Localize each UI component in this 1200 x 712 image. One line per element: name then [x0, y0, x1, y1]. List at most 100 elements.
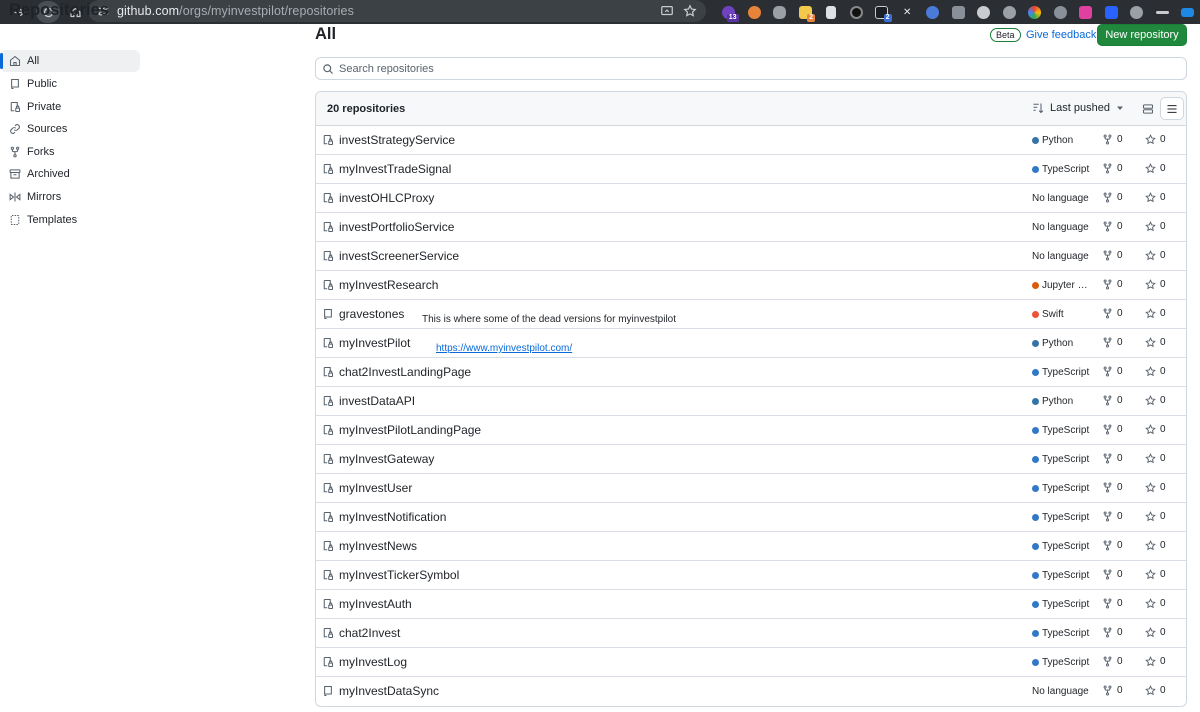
sidebar-item-sources[interactable]: Sources: [0, 118, 140, 140]
language-label: TypeScript: [1042, 425, 1090, 436]
fork-count[interactable]: 0: [1102, 482, 1123, 493]
address-bar[interactable]: github.com/orgs/myinvestpilot/repositori…: [88, 0, 706, 22]
extension-icon[interactable]: [767, 0, 793, 24]
fork-count[interactable]: 0: [1102, 511, 1123, 522]
star-count[interactable]: 0: [1145, 511, 1166, 522]
sidebar-item-all[interactable]: All: [0, 50, 140, 72]
fork-count[interactable]: 0: [1102, 598, 1123, 609]
repo-name-link[interactable]: chat2InvestLandingPage: [339, 365, 471, 379]
sidebar-item-private[interactable]: Private: [0, 96, 140, 118]
star-count[interactable]: 0: [1145, 163, 1166, 174]
extension-icon[interactable]: [997, 0, 1023, 24]
star-count[interactable]: 0: [1145, 569, 1166, 580]
extension-icon[interactable]: [1124, 0, 1150, 24]
fork-count[interactable]: 0: [1102, 656, 1123, 667]
x-icon[interactable]: ✕: [895, 0, 921, 24]
extension-icon[interactable]: [1099, 0, 1125, 24]
fork-count[interactable]: 0: [1102, 279, 1123, 290]
fork-count[interactable]: 0: [1102, 424, 1123, 435]
star-count[interactable]: 0: [1145, 424, 1166, 435]
extension-icon[interactable]: [1150, 0, 1176, 24]
repo-name-link[interactable]: investScreenerService: [339, 249, 459, 263]
fork-count[interactable]: 0: [1102, 366, 1123, 377]
fork-count[interactable]: 0: [1102, 163, 1123, 174]
repo-name-link[interactable]: myInvestUser: [339, 481, 412, 495]
sidebar-item-forks[interactable]: Forks: [0, 141, 140, 163]
repo-name-link[interactable]: investOHLCProxy: [339, 191, 434, 205]
fork-count[interactable]: 0: [1102, 627, 1123, 638]
repo-name-link[interactable]: myInvestLog: [339, 655, 407, 669]
star-count[interactable]: 0: [1145, 598, 1166, 609]
star-count[interactable]: 0: [1145, 540, 1166, 551]
fork-count[interactable]: 0: [1102, 453, 1123, 464]
repo-name-link[interactable]: investPortfolioService: [339, 220, 454, 234]
extension-icon[interactable]: [818, 0, 844, 24]
star-count[interactable]: 0: [1145, 337, 1166, 348]
fork-count[interactable]: 0: [1102, 569, 1123, 580]
repo-name-link[interactable]: myInvestNews: [339, 539, 417, 553]
fork-count[interactable]: 0: [1102, 221, 1123, 232]
extension-icon[interactable]: [1073, 0, 1099, 24]
star-count[interactable]: 0: [1145, 453, 1166, 464]
star-count[interactable]: 0: [1145, 308, 1166, 319]
fork-count[interactable]: 0: [1102, 685, 1123, 696]
extension-icon[interactable]: [742, 0, 768, 24]
extension-icon[interactable]: [844, 0, 870, 24]
cast-icon[interactable]: [660, 4, 674, 18]
repo-name-link[interactable]: chat2Invest: [339, 626, 400, 640]
sidebar-item-mirrors[interactable]: Mirrors: [0, 186, 140, 208]
sidebar-item-templates[interactable]: Templates: [0, 209, 140, 231]
repo-name-link[interactable]: myInvestDataSync: [339, 684, 439, 698]
star-count[interactable]: 0: [1145, 192, 1166, 203]
fork-count-value: 0: [1117, 656, 1123, 667]
fork-count[interactable]: 0: [1102, 250, 1123, 261]
star-count[interactable]: 0: [1145, 250, 1166, 261]
repo-name-link[interactable]: investDataAPI: [339, 394, 415, 408]
extension-icon[interactable]: [946, 0, 972, 24]
fork-count[interactable]: 0: [1102, 134, 1123, 145]
repo-name-link[interactable]: myInvestAuth: [339, 597, 412, 611]
list-view-button[interactable]: [1160, 97, 1184, 120]
fork-count[interactable]: 0: [1102, 337, 1123, 348]
extension-icon[interactable]: [971, 0, 997, 24]
fork-count[interactable]: 0: [1102, 540, 1123, 551]
extension-icon[interactable]: 2: [793, 0, 819, 24]
star-count[interactable]: 0: [1145, 627, 1166, 638]
star-count[interactable]: 0: [1145, 221, 1166, 232]
give-feedback-link[interactable]: Give feedback: [1026, 29, 1096, 41]
sidebar-item-public[interactable]: Public: [0, 73, 140, 95]
fork-count[interactable]: 0: [1102, 308, 1123, 319]
repo-name-link[interactable]: myInvestTradeSignal: [339, 162, 451, 176]
extension-icon[interactable]: 2: [869, 0, 895, 24]
star-count[interactable]: 0: [1145, 279, 1166, 290]
search-input[interactable]: [339, 62, 1179, 75]
fork-count[interactable]: 0: [1102, 192, 1123, 203]
star-count[interactable]: 0: [1145, 366, 1166, 377]
new-repository-button[interactable]: New repository: [1097, 24, 1187, 46]
repo-name-link[interactable]: myInvestTickerSymbol: [339, 568, 459, 582]
sort-button[interactable]: Last pushed: [1032, 102, 1124, 114]
star-count[interactable]: 0: [1145, 656, 1166, 667]
extension-icon[interactable]: [920, 0, 946, 24]
repo-homepage-link[interactable]: https://www.myinvestpilot.com/: [436, 343, 572, 354]
star-count[interactable]: 0: [1145, 395, 1166, 406]
repo-name-link[interactable]: myInvestNotification: [339, 510, 446, 524]
repo-name-link[interactable]: investStrategyService: [339, 133, 455, 147]
bookmark-star-icon[interactable]: [683, 4, 697, 18]
repo-name-link[interactable]: gravestones: [339, 307, 404, 321]
extension-icon[interactable]: [1175, 0, 1200, 24]
card-view-button[interactable]: [1136, 97, 1160, 120]
extension-icon[interactable]: 13: [716, 0, 742, 24]
extension-icon[interactable]: [1048, 0, 1074, 24]
repo-name-link[interactable]: myInvestGateway: [339, 452, 434, 466]
sidebar-item-archived[interactable]: Archived: [0, 163, 140, 185]
extension-icon[interactable]: [1022, 0, 1048, 24]
star-count[interactable]: 0: [1145, 685, 1166, 696]
repo-name-link[interactable]: myInvestPilotLandingPage: [339, 423, 481, 437]
repo-name-link[interactable]: myInvestPilot: [339, 336, 410, 350]
star-count[interactable]: 0: [1145, 482, 1166, 493]
private-repo-icon: [322, 453, 334, 465]
star-count[interactable]: 0: [1145, 134, 1166, 145]
fork-count[interactable]: 0: [1102, 395, 1123, 406]
repo-name-link[interactable]: myInvestResearch: [339, 278, 438, 292]
